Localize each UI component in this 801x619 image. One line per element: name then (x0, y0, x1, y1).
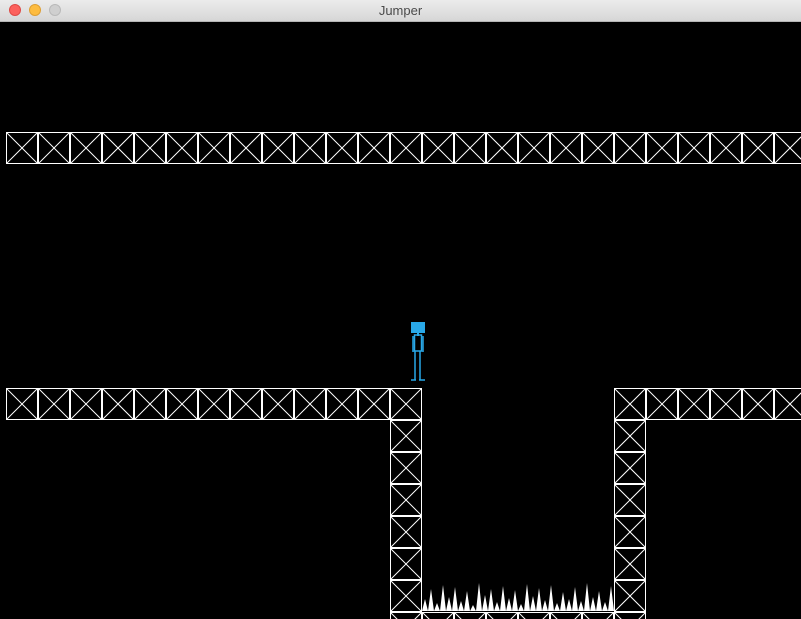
girder-tile (774, 388, 801, 420)
girder-tile (774, 132, 801, 164)
girder-tile (614, 420, 646, 452)
girder-tile (454, 132, 486, 164)
girder-tile (358, 132, 390, 164)
window-title: Jumper (378, 3, 423, 18)
pit-right-wall (614, 420, 646, 619)
girder-tile (166, 388, 198, 420)
girder-tile (390, 516, 422, 548)
girder-tile (294, 132, 326, 164)
game-canvas[interactable] (0, 22, 801, 619)
girder-tile (262, 132, 294, 164)
spike-row (422, 583, 614, 611)
girder-tile (678, 132, 710, 164)
girder-tile (454, 612, 486, 619)
girder-tile (390, 132, 422, 164)
game-window: Jumper (0, 0, 801, 619)
girder-tile (390, 388, 422, 420)
girder-tile (678, 388, 710, 420)
girder-tile (614, 516, 646, 548)
girder-tile (6, 388, 38, 420)
girder-tile (518, 612, 550, 619)
girder-tile (582, 612, 614, 619)
girder-tile (390, 580, 422, 612)
girder-tile (646, 132, 678, 164)
girder-tile (38, 388, 70, 420)
girder-tile (614, 452, 646, 484)
girder-tile (166, 132, 198, 164)
girder-tile (550, 612, 582, 619)
girder-tile (6, 132, 38, 164)
girder-tile (70, 132, 102, 164)
girder-tile (102, 132, 134, 164)
girder-tile (390, 452, 422, 484)
girder-tile (422, 612, 454, 619)
girder-tile (38, 132, 70, 164)
girder-tile (614, 548, 646, 580)
girder-tile (486, 132, 518, 164)
girder-tile (742, 388, 774, 420)
girder-tile (102, 388, 134, 420)
girder-tile (390, 484, 422, 516)
girder-tile (582, 132, 614, 164)
girder-tile (294, 388, 326, 420)
girder-tile (710, 388, 742, 420)
girder-tile (198, 132, 230, 164)
ceiling-girder-row (6, 132, 801, 164)
title-bar[interactable]: Jumper (0, 0, 801, 22)
girder-tile (614, 484, 646, 516)
player-stick-figure (411, 322, 425, 381)
girder-tile (134, 388, 166, 420)
girder-tile (262, 388, 294, 420)
girder-tile (358, 388, 390, 420)
girder-tile (646, 388, 678, 420)
girder-tile (230, 388, 262, 420)
girder-tile (230, 132, 262, 164)
girder-tile (326, 132, 358, 164)
girder-tile (614, 388, 646, 420)
girder-tile (486, 612, 518, 619)
girder-tile (550, 132, 582, 164)
left-floor-girder-row (6, 388, 422, 420)
girder-tile (614, 612, 646, 619)
girder-tile (390, 420, 422, 452)
player-head (411, 322, 425, 333)
girder-tile (198, 388, 230, 420)
girder-tile (518, 132, 550, 164)
girder-tile (134, 132, 166, 164)
girder-tile (422, 132, 454, 164)
girder-tile (614, 580, 646, 612)
right-floor-girder-row (614, 388, 801, 420)
pit-left-wall (390, 420, 422, 619)
pit-floor-girders (422, 612, 614, 619)
spike-hazard (422, 583, 614, 611)
girder-tile (742, 132, 774, 164)
player-torso (413, 334, 423, 352)
girder-tile (710, 132, 742, 164)
girder-tile (70, 388, 102, 420)
girder-tile (390, 612, 422, 619)
girder-tile (614, 132, 646, 164)
girder-tile (390, 548, 422, 580)
girder-tile (326, 388, 358, 420)
